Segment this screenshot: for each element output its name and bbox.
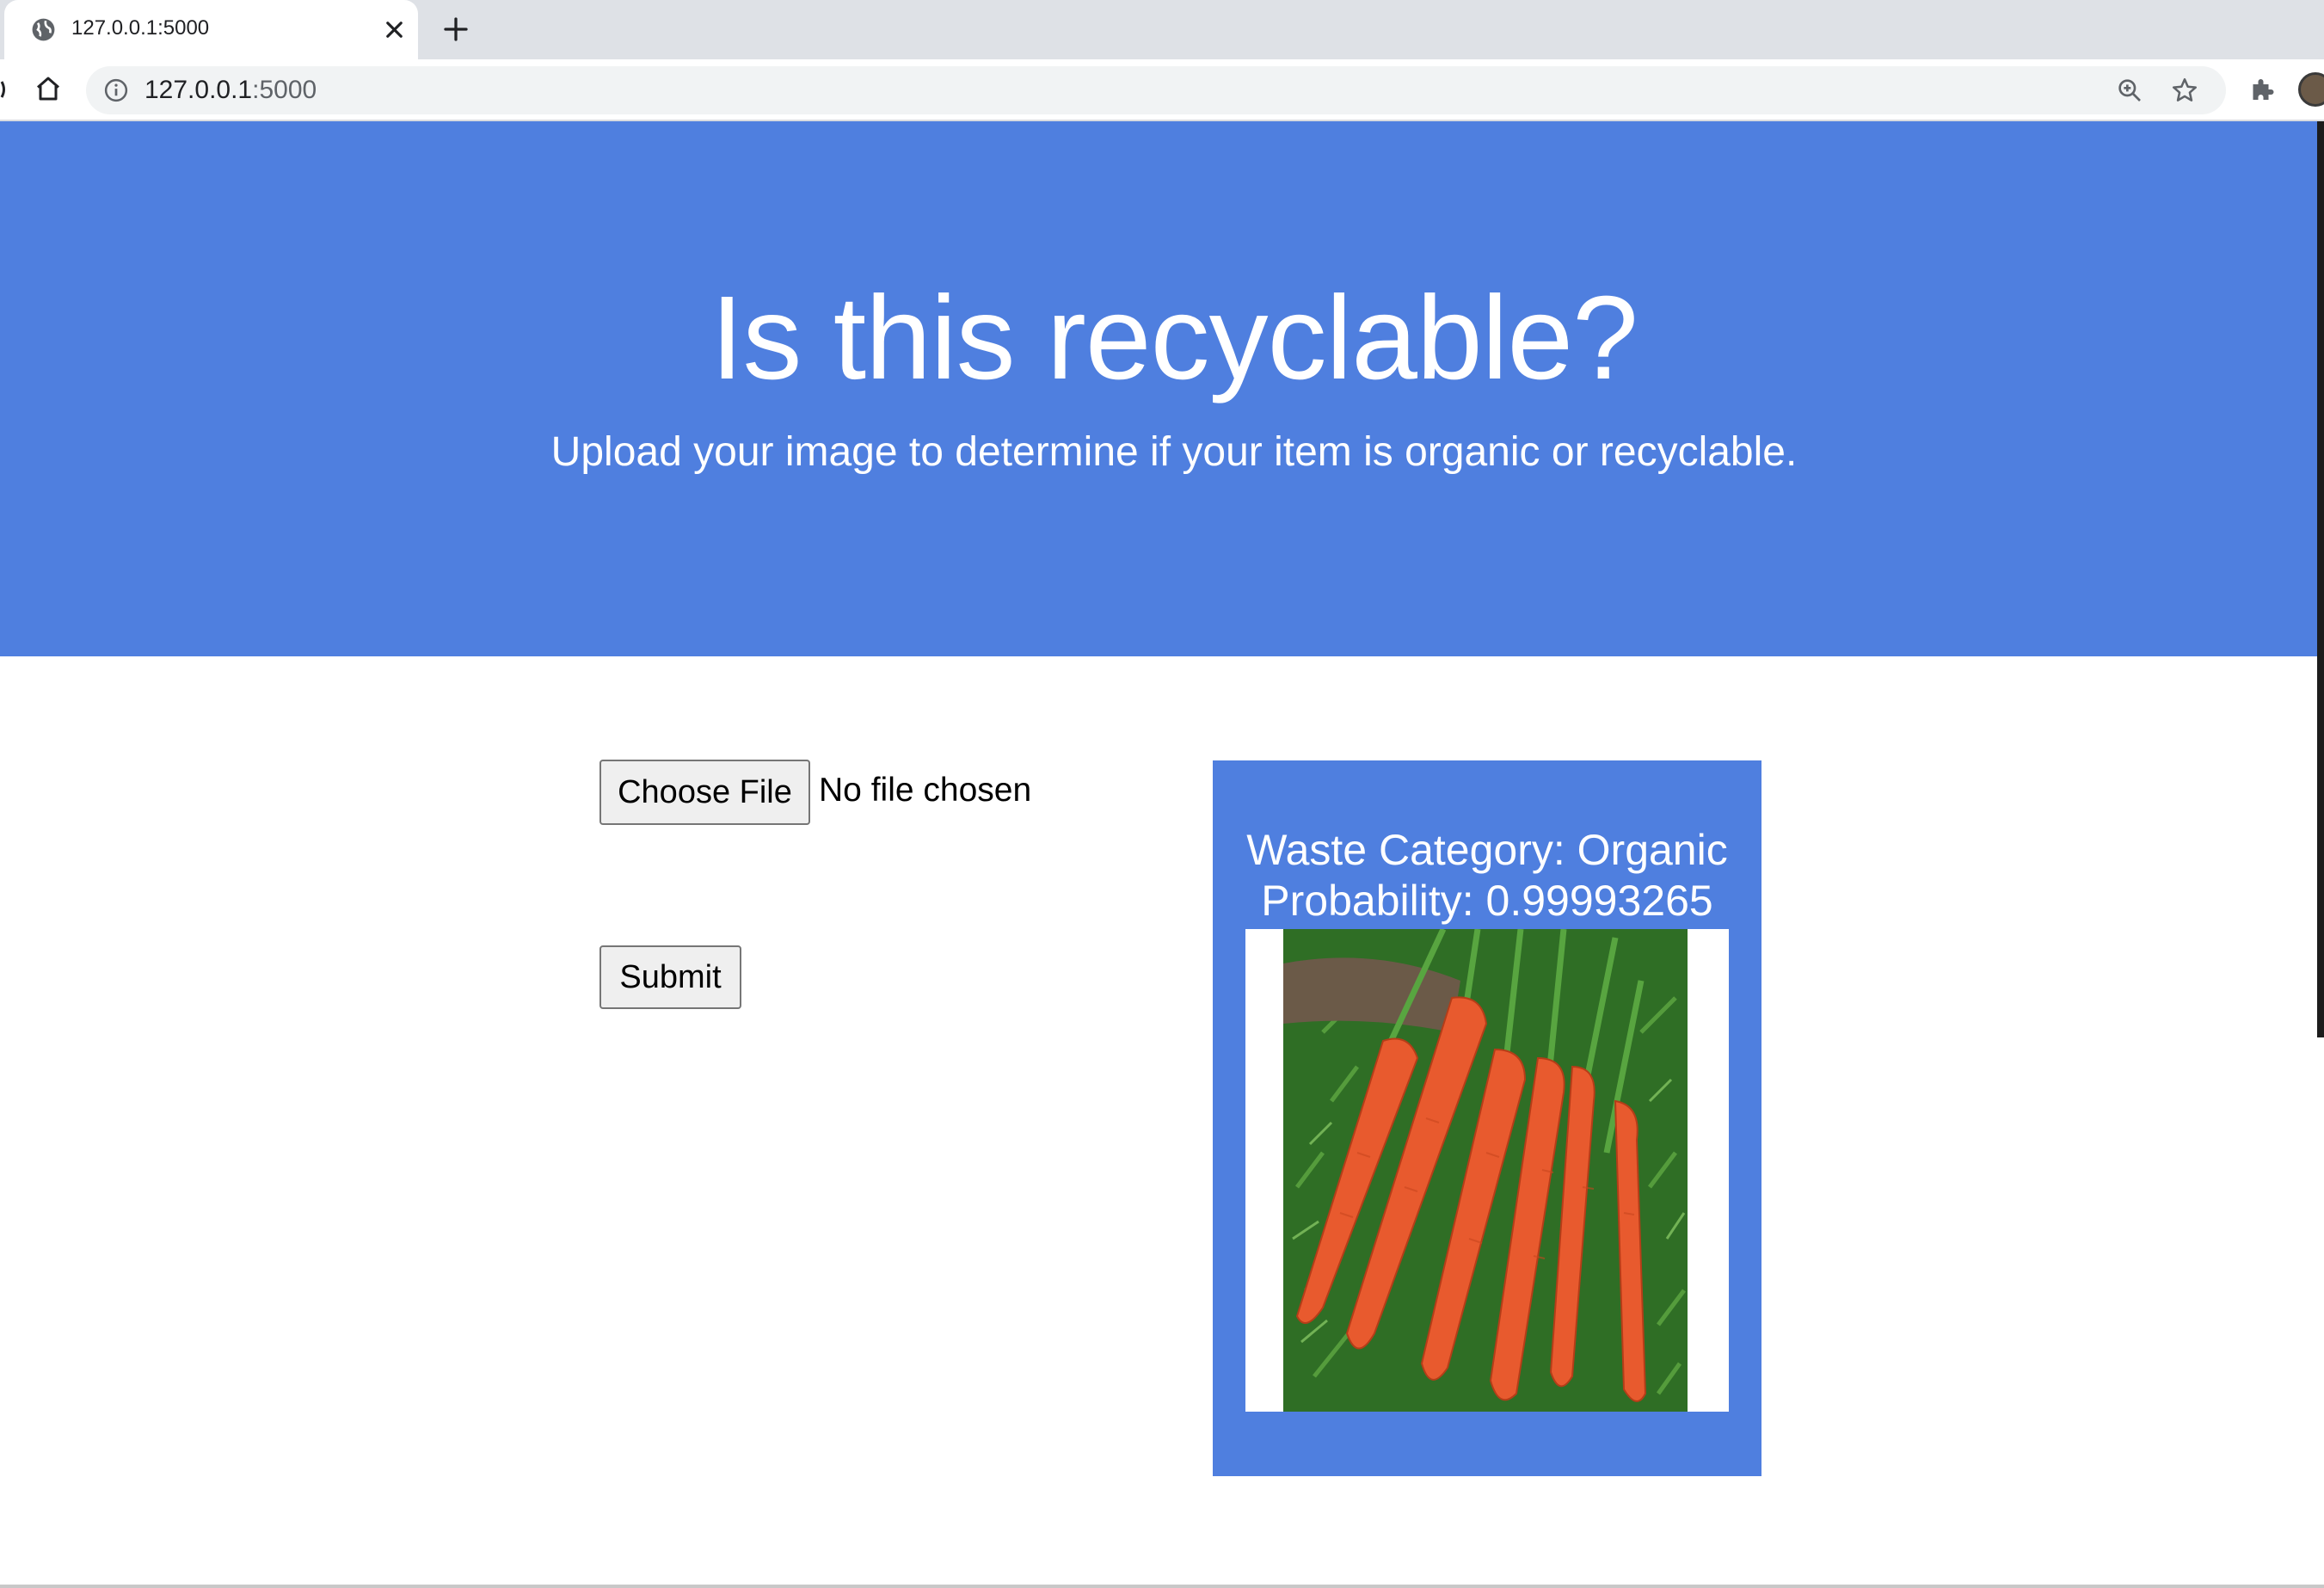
bottom-divider: [0, 1585, 2324, 1588]
star-icon[interactable]: [2170, 76, 2199, 105]
globe-icon: [32, 18, 55, 41]
url-text[interactable]: 127.0.0.1:5000: [144, 75, 317, 106]
zoom-icon[interactable]: [2116, 77, 2143, 104]
probability-label: Probability: 0.99993265: [1261, 877, 1713, 925]
close-icon[interactable]: [381, 16, 408, 43]
reload-icon[interactable]: [0, 78, 7, 101]
home-icon[interactable]: [33, 73, 64, 104]
window-edge: [2317, 121, 2324, 1037]
tab-strip: 127.0.0.1:5000: [0, 0, 2324, 59]
file-status-label: No file chosen: [819, 772, 1032, 809]
avatar[interactable]: [2298, 72, 2324, 107]
submit-button[interactable]: Submit: [599, 945, 741, 1009]
uploaded-image: [1245, 929, 1729, 1412]
browser-tab[interactable]: 127.0.0.1:5000: [4, 0, 418, 59]
url-host: 127.0.0.1: [144, 76, 253, 104]
tab-title: 127.0.0.1:5000: [71, 16, 210, 40]
page-title: Is this recyclable?: [710, 272, 1638, 404]
page-subtitle: Upload your image to determine if your i…: [550, 429, 1798, 475]
plus-icon[interactable]: [440, 14, 471, 45]
address-bar[interactable]: 127.0.0.1:5000: [86, 66, 2226, 114]
waste-category-label: Waste Category: Organic: [1246, 826, 1728, 874]
browser-toolbar: 127.0.0.1:5000: [0, 59, 2324, 120]
puzzle-icon[interactable]: [2247, 74, 2278, 105]
url-port: :5000: [252, 76, 317, 104]
choose-file-button[interactable]: Choose File: [599, 760, 810, 825]
result-card: Waste Category: Organic Probability: 0.9…: [1213, 760, 1761, 1476]
info-icon[interactable]: [103, 77, 129, 103]
hero-banner: Is this recyclable? Upload your image to…: [0, 121, 2318, 656]
